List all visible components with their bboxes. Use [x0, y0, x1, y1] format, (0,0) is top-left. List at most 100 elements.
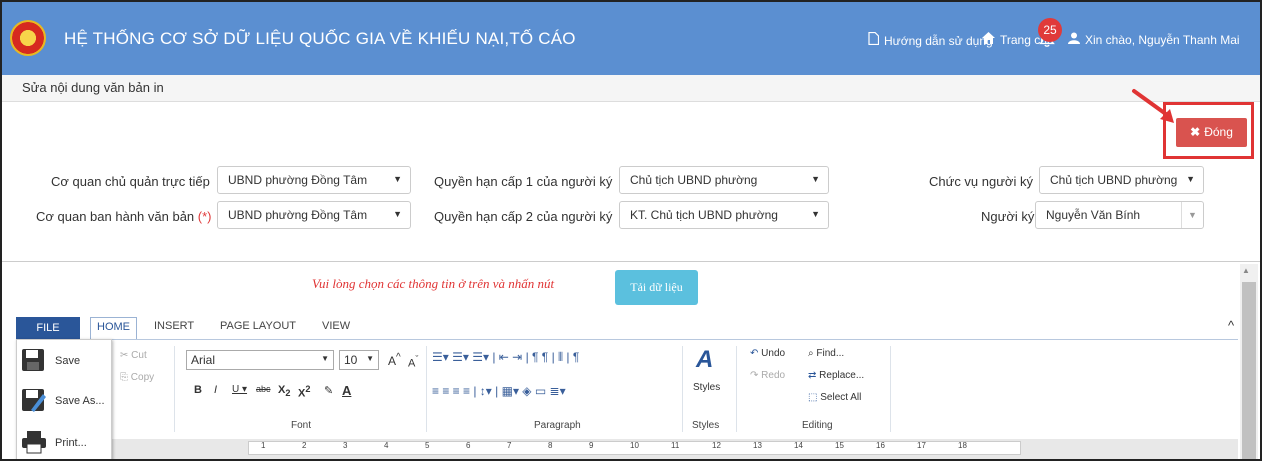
save-label: Save [55, 355, 81, 367]
tab-insert[interactable]: INSERT [154, 320, 194, 332]
ruler-tick: 17 [917, 441, 926, 450]
highlight-icon[interactable]: ✎ [324, 384, 333, 397]
ruler-tick: 15 [835, 441, 844, 450]
copy-button[interactable]: ⎘ Copy [120, 372, 154, 383]
tab-home[interactable]: HOME [90, 317, 137, 339]
ruler-tick: 5 [425, 441, 430, 450]
signer-select[interactable]: Nguyễn Văn Bính ▼ [1035, 201, 1204, 229]
close-button[interactable]: ✖ Đóng [1176, 118, 1247, 147]
authority1-value: Chủ tịch UBND phường [630, 173, 758, 187]
group-separator [426, 346, 427, 432]
authority1-select[interactable]: Chủ tịch UBND phường ▼ [619, 166, 829, 194]
chevron-down-icon: ▼ [1186, 174, 1195, 184]
position-label: Chức vụ người ký [929, 174, 1033, 189]
tab-view[interactable]: VIEW [322, 320, 350, 332]
shrink-font-icon[interactable]: Aˇ [408, 354, 418, 370]
superscript-icon[interactable]: X2 [298, 384, 310, 400]
ruler-tick: 1 [261, 441, 266, 450]
scrollbar-thumb[interactable] [1242, 282, 1256, 459]
ruler-tick: 16 [876, 441, 885, 450]
chevron-down-icon: ▼ [811, 174, 820, 184]
issuer-label: Cơ quan ban hành văn bản (*) [36, 209, 212, 224]
select-all-button[interactable]: ⬚ Select All [808, 392, 861, 403]
app-window: ★ HỆ THỐNG CƠ SỞ DỮ LIỆU QUỐC GIA VỀ KHI… [0, 0, 1262, 461]
user-greeting: Xin chào, Nguyễn Thanh Mai [1085, 33, 1240, 47]
nav-guide-link[interactable]: Hướng dẫn sử dụng [868, 31, 993, 48]
collapse-ribbon-icon[interactable]: ^ [1228, 318, 1234, 333]
font-size-value: 10 [344, 353, 358, 367]
position-select[interactable]: Chủ tịch UBND phường ▼ [1039, 166, 1204, 194]
scroll-up-icon[interactable]: ▲ [1242, 266, 1250, 275]
ruler-tick: 8 [548, 441, 553, 450]
save-as-icon [21, 388, 49, 414]
section-divider [2, 261, 1260, 262]
replace-icon: ⇄ [808, 370, 820, 381]
bold-icon[interactable]: B [194, 384, 202, 396]
agency-label: Cơ quan chủ quản trực tiếp [51, 174, 210, 189]
redo-button[interactable]: ↷ Redo [750, 370, 785, 381]
authority2-select[interactable]: KT. Chủ tịch UBND phường ▼ [619, 201, 829, 229]
font-size-select[interactable]: 10 ▼ [339, 350, 379, 370]
tab-page-layout[interactable]: PAGE LAYOUT [220, 320, 296, 332]
ruler-tick: 10 [630, 441, 639, 450]
styles-group-label: Styles [692, 420, 720, 431]
app-title: HỆ THỐNG CƠ SỞ DỮ LIỆU QUỐC GIA VỀ KHIẾU… [64, 29, 576, 48]
undo-button[interactable]: ↶ Undo [750, 348, 785, 359]
user-menu[interactable]: Xin chào, Nguyễn Thanh Mai [1068, 32, 1240, 47]
cut-label: Cut [131, 350, 147, 361]
styles-icon[interactable]: A [696, 346, 713, 374]
chevron-down-icon: ▼ [393, 209, 402, 219]
file-menu: Save Save As... Print... [16, 339, 112, 459]
file-menu-save[interactable]: Save [21, 348, 80, 378]
subscript-icon[interactable]: X2 [278, 384, 290, 398]
ruler-tick: 14 [794, 441, 803, 450]
load-data-button[interactable]: Tải dữ liệu [615, 270, 698, 305]
tab-file[interactable]: FILE [16, 317, 80, 339]
ruler-tick: 4 [384, 441, 389, 450]
group-separator [736, 346, 737, 432]
ribbon-tabs: FILE HOME INSERT PAGE LAYOUT VIEW ^ [16, 317, 1238, 339]
chevron-down-icon: ▼ [811, 209, 820, 219]
authority2-value: KT. Chủ tịch UBND phường [630, 208, 778, 222]
authority2-label: Quyền hạn cấp 2 của người ký [434, 209, 613, 224]
ruler-tick: 6 [466, 441, 471, 450]
strikethrough-icon[interactable]: abc [256, 384, 271, 394]
ruler-tick: 13 [753, 441, 762, 450]
agency-value: UBND phường Đồng Tâm [228, 173, 368, 187]
user-icon [1068, 32, 1080, 47]
group-separator [890, 346, 891, 432]
ruler-tick: 11 [671, 441, 680, 450]
issuer-select[interactable]: UBND phường Đồng Tâm ▼ [217, 201, 411, 229]
file-menu-save-as[interactable]: Save As... [21, 388, 105, 418]
signer-label: Người ký [981, 209, 1035, 224]
authority1-label: Quyền hạn cấp 1 của người ký [434, 174, 613, 189]
agency-select[interactable]: UBND phường Đồng Tâm ▼ [217, 166, 411, 194]
notification-badge: 25 [1038, 18, 1062, 42]
replace-button[interactable]: ⇄ Replace... [808, 370, 864, 381]
redo-label: Redo [761, 370, 786, 381]
find-button[interactable]: ⌕ Find... [808, 348, 844, 359]
ruler-tick: 2 [302, 441, 307, 450]
close-label: Đóng [1204, 125, 1233, 139]
copy-label: Copy [130, 372, 155, 383]
page-subheader: Sửa nội dung văn bản in [2, 75, 1260, 102]
italic-icon[interactable]: I [214, 384, 217, 396]
undo-label: Undo [761, 348, 786, 359]
underline-icon[interactable]: U ▾ [232, 384, 247, 395]
signer-value: Nguyễn Văn Bính [1046, 208, 1141, 222]
chevron-down-icon: ▼ [366, 354, 374, 363]
chevron-down-icon: ▼ [393, 174, 402, 184]
font-family-select[interactable]: Arial ▼ [186, 350, 334, 370]
close-icon: ✖ [1190, 125, 1201, 139]
styles-button-label[interactable]: Styles [693, 382, 720, 393]
grow-font-icon[interactable]: A^ [388, 352, 401, 368]
font-color-icon[interactable]: A [342, 383, 351, 398]
ruler-tick: 18 [958, 441, 967, 450]
bullet-list-icon[interactable]: ☰▾ ☰▾ ☰▾ | ⇤ ⇥ | ¶ ¶ | ⫴ | ¶ [432, 350, 579, 365]
printer-icon [21, 430, 49, 456]
font-family-value: Arial [191, 353, 216, 367]
ruler-scale[interactable]: 1 2 3 4 5 6 7 8 9 10 11 12 13 14 15 16 17 18 [248, 441, 1021, 455]
file-menu-print[interactable]: Print... [21, 430, 87, 459]
align-left-icon[interactable]: ≡ ≡ ≡ ≡ | ↕▾ | ▦▾ ◈ ▭ ≣▾ [432, 384, 566, 398]
cut-button[interactable]: ✂ Cut [120, 350, 147, 361]
